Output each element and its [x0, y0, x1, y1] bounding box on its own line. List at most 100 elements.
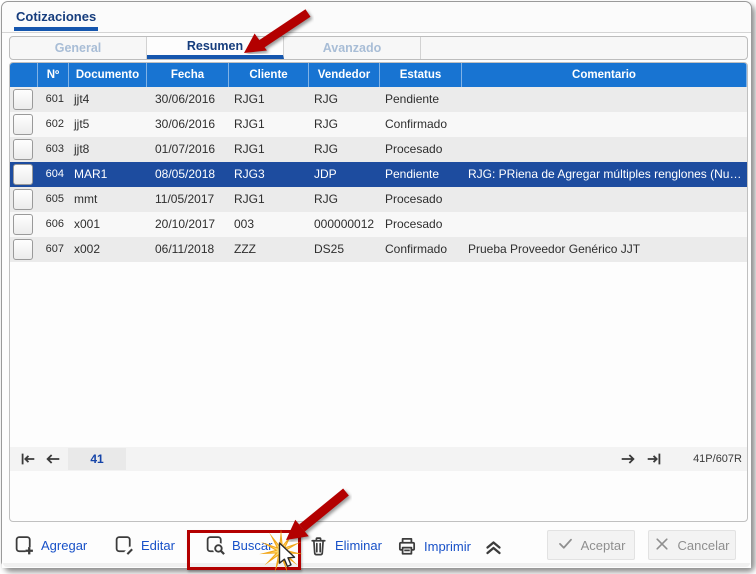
arrow-left-icon	[46, 454, 60, 464]
cell-documento: jjt5	[74, 117, 90, 131]
last-page-button[interactable]	[644, 450, 664, 468]
cancelar-label: Cancelar	[677, 537, 730, 553]
agregar-label: Agregar	[41, 538, 88, 553]
table-row[interactable]: 604 MAR1 08/05/2018 RJG3 JDP Pendiente RJG: PR…	[10, 162, 747, 187]
next-page-button[interactable]	[618, 450, 638, 468]
eliminar-button[interactable]: Eliminar	[308, 535, 382, 556]
title-underline	[14, 27, 98, 31]
cell-fecha: 20/10/2017	[155, 217, 216, 231]
cell-fecha: 30/06/2016	[155, 117, 216, 131]
cell-vendedor: RJG	[314, 142, 338, 156]
cell-vendedor: DS25	[314, 242, 345, 256]
editar-label: Editar	[141, 538, 175, 553]
cell-estatus: Procesado	[385, 217, 443, 231]
column-header[interactable]: Nº	[38, 63, 69, 87]
cell-comentario: RJG: PRiena de Agregar múltiples renglon…	[468, 167, 747, 181]
row-select-cell	[10, 187, 38, 212]
first-page-button[interactable]	[18, 450, 38, 468]
trash-icon	[308, 535, 329, 556]
row-select-box[interactable]	[13, 239, 33, 260]
column-header[interactable]: Estatus	[380, 63, 462, 87]
current-page-indicator[interactable]: 41	[68, 448, 126, 470]
row-select-cell	[10, 237, 38, 262]
table-row[interactable]: 603 jjt8 01/07/2016 RJG1 RJG Procesado	[10, 137, 747, 162]
row-select-box[interactable]	[13, 139, 33, 160]
table-row[interactable]: 601 jjt4 30/06/2016 RJG1 RJG Pendiente	[10, 87, 747, 112]
cell-estatus: Confirmado	[385, 242, 448, 256]
row-select-box[interactable]	[13, 114, 33, 135]
cell-cliente: RJG1	[234, 142, 265, 156]
cell-documento: jjt4	[74, 92, 90, 106]
check-icon	[557, 535, 574, 555]
aceptar-button[interactable]: Aceptar	[547, 530, 635, 560]
cell-cliente: ZZZ	[234, 242, 256, 256]
cell-estatus: Pendiente	[385, 167, 440, 181]
row-select-cell	[10, 87, 38, 112]
cell-cliente: RJG3	[234, 167, 265, 181]
cell-vendedor: RJG	[314, 92, 338, 106]
cell-documento: jjt8	[74, 142, 90, 156]
editar-button[interactable]: Editar	[114, 535, 175, 556]
row-select-box[interactable]	[13, 89, 33, 110]
table-header-row: Nº Documento Fecha Cliente Vendedor Estatus Co…	[10, 63, 747, 87]
collapse-toolbar-button[interactable]	[482, 536, 505, 556]
cell-vendedor: RJG	[314, 117, 338, 131]
square-magnifier-icon	[205, 535, 226, 556]
cell-num: 603	[45, 143, 64, 155]
cell-comentario: Prueba Proveedor Genérico JJT	[468, 242, 641, 256]
imprimir-button[interactable]: Imprimir	[396, 535, 471, 557]
cell-estatus: Confirmado	[385, 117, 448, 131]
table-body: 601 jjt4 30/06/2016 RJG1 RJG Pendiente 602 jjt5…	[10, 87, 747, 262]
column-header[interactable]: Vendedor	[309, 63, 380, 87]
cell-num: 605	[45, 193, 64, 205]
cell-cliente: RJG1	[234, 117, 265, 131]
cell-num: 607	[45, 243, 64, 255]
table-panel: Nº Documento Fecha Cliente Vendedor Estatus Co…	[9, 62, 748, 522]
cell-num: 604	[45, 168, 64, 180]
table-row[interactable]: 605 mmt 11/05/2017 RJG1 RJG Procesado	[10, 187, 747, 212]
cell-documento: MAR1	[74, 167, 108, 181]
arrow-bar-right-icon	[647, 453, 661, 465]
x-icon	[654, 536, 670, 555]
square-pencil-icon	[114, 535, 135, 556]
table-row[interactable]: 607 x002 06/11/2018 ZZZ DS25 Confirmado Prueba…	[10, 237, 747, 262]
arrow-bar-left-icon	[21, 453, 35, 465]
dialog-bottom-strip	[3, 563, 750, 567]
imprimir-label: Imprimir	[424, 538, 471, 554]
cell-comentario	[462, 87, 747, 112]
cotizaciones-dialog: Cotizaciones General Resumen Avanzado Nº Do…	[1, 1, 752, 573]
tab-general[interactable]: General	[10, 37, 147, 59]
header-select-column	[10, 63, 38, 87]
tab-resumen[interactable]: Resumen	[147, 37, 284, 59]
row-select-box[interactable]	[13, 214, 33, 235]
prev-page-button[interactable]	[43, 450, 63, 468]
table-row[interactable]: 606 x001 20/10/2017 003 000000012 Procesado	[10, 212, 747, 237]
cancelar-button[interactable]: Cancelar	[648, 530, 736, 560]
row-select-box[interactable]	[13, 164, 33, 185]
buscar-button[interactable]: Buscar	[205, 535, 272, 556]
agregar-button[interactable]: Agregar	[14, 535, 87, 556]
cell-estatus: Procesado	[385, 142, 443, 156]
column-header[interactable]: Cliente	[229, 63, 309, 87]
cell-num: 602	[45, 118, 64, 130]
cell-comentario	[462, 187, 747, 212]
cell-fecha: 30/06/2016	[155, 92, 216, 106]
cell-comentario	[462, 137, 747, 162]
tab-avanzado[interactable]: Avanzado	[284, 37, 421, 59]
cell-documento: mmt	[74, 192, 98, 206]
row-select-cell	[10, 162, 38, 187]
column-header[interactable]: Fecha	[147, 63, 229, 87]
row-select-cell	[10, 212, 38, 237]
cell-cliente: RJG1	[234, 192, 265, 206]
cell-num: 601	[45, 93, 64, 105]
aceptar-label: Aceptar	[580, 537, 626, 553]
cell-documento: x002	[74, 242, 101, 256]
tabstrip: General Resumen Avanzado	[9, 36, 748, 60]
column-header[interactable]: Comentario	[462, 63, 747, 87]
column-header[interactable]: Documento	[69, 63, 147, 87]
page-title: Cotizaciones	[16, 9, 97, 24]
table-row[interactable]: 602 jjt5 30/06/2016 RJG1 RJG Confirmado	[10, 112, 747, 137]
row-select-box[interactable]	[13, 189, 33, 210]
double-chevron-up-icon	[482, 536, 505, 556]
page-record-info: 41P/607R	[693, 453, 742, 465]
